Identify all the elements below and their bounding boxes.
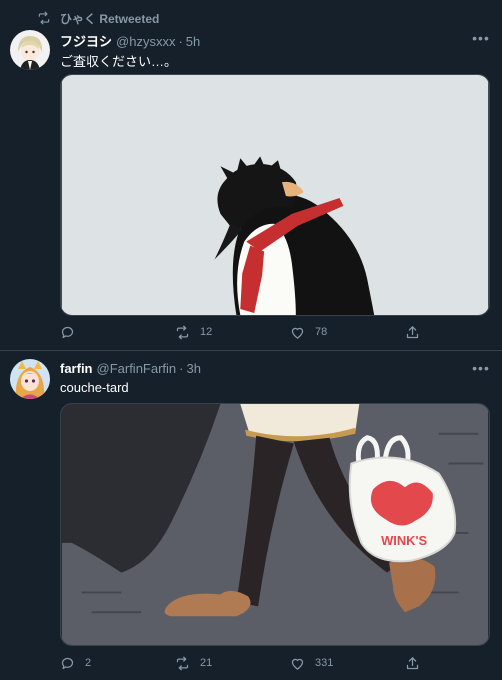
like-icon [291,658,304,670]
share-icon [406,656,419,669]
tweet-text: couche-tard [60,380,129,395]
user-handle[interactable]: @FarfinFarfin [97,361,177,376]
tweet-actions: 2 21 331 [60,653,420,673]
avatar[interactable] [10,30,50,70]
like-button[interactable]: 331 [290,653,335,673]
share-button[interactable] [405,322,420,342]
retweet-indicator[interactable]: ひゃく Retweeted [36,10,159,26]
like-count: 78 [315,326,328,338]
reply-button[interactable] [60,322,105,342]
timestamp[interactable]: 5h [186,34,200,49]
reply-count: 2 [85,657,92,669]
retweet-button[interactable]: 21 [175,653,220,673]
user-handle[interactable]: @hzysxxx [116,34,175,49]
retweet-icon [176,325,189,339]
avatar-image [10,30,50,70]
display-name[interactable]: farfin [60,361,93,376]
reply-icon [61,657,74,669]
share-icon [406,325,419,338]
like-icon [291,327,304,339]
bag-text: WINK'S [381,533,427,548]
like-count: 331 [315,657,334,669]
retweet-icon [38,11,50,25]
penguin-illustration [61,75,489,315]
avatar[interactable] [10,359,50,399]
reply-icon [61,326,74,338]
like-button[interactable]: 78 [290,322,335,342]
share-button[interactable] [405,653,420,673]
tweet-actions: 12 78 [60,322,420,342]
tweet-image[interactable] [60,74,490,316]
tweet-1[interactable]: ひゃく Retweeted フジヨシ @hzysxxx · 5h ••• ご査収… [0,0,502,350]
tweet-2[interactable]: farfin @FarfinFarfin · 3h ••• couche-tar… [0,351,502,680]
retweet-count: 21 [200,657,213,669]
tweet-header: farfin @FarfinFarfin · 3h [60,361,201,379]
reply-button[interactable]: 2 [60,653,105,673]
retweet-button[interactable]: 12 [175,322,220,342]
retweet-icon [176,656,189,670]
retweet-label: ひゃく Retweeted [60,11,160,26]
separator-dot: · [178,34,183,49]
tweet-header: フジヨシ @hzysxxx · 5h [60,31,200,49]
avatar-image [10,359,50,399]
walking-illustration: WINK'S [61,404,489,645]
tweet-text: ご査収ください…。 [60,54,178,69]
more-icon[interactable]: ••• [472,31,490,50]
display-name[interactable]: フジヨシ [60,31,112,50]
more-icon[interactable]: ••• [472,361,490,380]
tweet-image[interactable]: WINK'S [60,403,490,646]
separator-dot: · [179,361,184,376]
retweet-count: 12 [200,326,213,338]
timestamp[interactable]: 3h [187,361,201,376]
